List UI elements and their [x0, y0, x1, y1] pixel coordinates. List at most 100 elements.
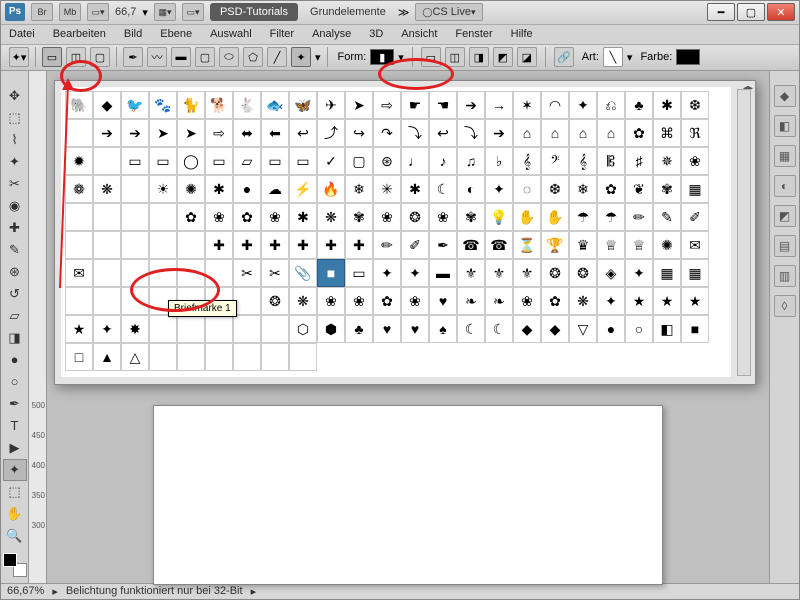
blur-tool[interactable]: ●: [3, 349, 27, 371]
shape-cell[interactable]: ▭: [261, 147, 289, 175]
shape-cell[interactable]: ➔: [485, 119, 513, 147]
workspace-tab[interactable]: PSD-Tutorials: [210, 3, 298, 21]
shape-cell[interactable]: 🐘: [65, 91, 93, 119]
shape-cell[interactable]: ✚: [289, 231, 317, 259]
polygon-icon[interactable]: ⬠: [243, 47, 263, 67]
shape-cell[interactable]: △: [121, 343, 149, 371]
panel-paths-icon[interactable]: ◊: [774, 295, 796, 317]
shape-cell[interactable]: ◌: [513, 175, 541, 203]
shape-cell[interactable]: ✋: [513, 203, 541, 231]
arrange-button[interactable]: ▦▾: [154, 3, 176, 21]
shape-cell[interactable]: ⬢: [317, 315, 345, 343]
shape-cell[interactable]: ✂: [233, 259, 261, 287]
shape-cell[interactable]: ○: [625, 315, 653, 343]
shape-cell[interactable]: ☂: [569, 203, 597, 231]
shape-cell[interactable]: ✦: [569, 91, 597, 119]
shape-picker-dropdown[interactable]: ▾: [398, 51, 404, 64]
shape-cell[interactable]: ✱: [401, 175, 429, 203]
shape-cell[interactable]: [205, 259, 233, 287]
shape-cell[interactable]: ✱: [289, 203, 317, 231]
heal-tool[interactable]: ✚: [3, 217, 27, 239]
shape-cell[interactable]: ❧: [485, 287, 513, 315]
style-picker[interactable]: ╲: [603, 47, 623, 67]
menu-ansicht[interactable]: Ansicht: [401, 28, 437, 40]
shape-cell[interactable]: 𝄡: [597, 147, 625, 175]
shape-cell[interactable]: [177, 259, 205, 287]
shape-cell[interactable]: [149, 259, 177, 287]
shape-cell[interactable]: ☎: [485, 231, 513, 259]
menu-3d[interactable]: 3D: [369, 28, 383, 40]
zoom-tool[interactable]: 🔍: [3, 525, 27, 547]
shape-cell[interactable]: ↪: [345, 119, 373, 147]
shape-cell[interactable]: ⚡: [289, 175, 317, 203]
shape-cell[interactable]: ➔: [121, 119, 149, 147]
pathop-subtract-icon[interactable]: ◨: [469, 47, 489, 67]
shape-cell[interactable]: [233, 315, 261, 343]
shape-cell[interactable]: ✦: [485, 175, 513, 203]
shape-cell[interactable]: ✱: [653, 91, 681, 119]
shape-cell[interactable]: ■: [317, 259, 345, 287]
move-tool[interactable]: ✥: [3, 85, 27, 107]
shape-cell[interactable]: ❀: [681, 147, 709, 175]
shape-cell[interactable]: [149, 231, 177, 259]
menu-filter[interactable]: Filter: [270, 28, 294, 40]
shape-cell[interactable]: [177, 231, 205, 259]
panel-adjust-icon[interactable]: ◐: [774, 175, 796, 197]
shape-cell[interactable]: ✈: [317, 91, 345, 119]
shape-cell[interactable]: ➤: [177, 119, 205, 147]
shape-cell[interactable]: ✉: [681, 231, 709, 259]
shape-cell[interactable]: ⤵: [457, 119, 485, 147]
shape-cell[interactable]: ★: [65, 315, 93, 343]
shape-cell[interactable]: ▽: [569, 315, 597, 343]
marquee-tool[interactable]: ⬚: [3, 107, 27, 129]
shape-cell[interactable]: ↩: [289, 119, 317, 147]
hand-tool[interactable]: ✋: [3, 503, 27, 525]
shape-cell[interactable]: [93, 259, 121, 287]
shape-cell[interactable]: ●: [597, 315, 625, 343]
pathop-new-icon[interactable]: ▭: [421, 47, 441, 67]
wand-tool[interactable]: ✦: [3, 151, 27, 173]
shape-cell[interactable]: ❂: [261, 287, 289, 315]
shape-cell[interactable]: ✦: [597, 287, 625, 315]
shape-cell[interactable]: [233, 287, 261, 315]
shape-cell[interactable]: ⌂: [569, 119, 597, 147]
shape-cell[interactable]: ▭: [149, 147, 177, 175]
shape-cell[interactable]: ▢: [345, 147, 373, 175]
shape-cell[interactable]: ▦: [653, 259, 681, 287]
pathop-exclude-icon[interactable]: ◪: [517, 47, 537, 67]
shape-cell[interactable]: ★: [625, 287, 653, 315]
shape-cell[interactable]: ●: [233, 175, 261, 203]
shape-cell[interactable]: [121, 231, 149, 259]
shape-cell[interactable]: ✚: [261, 231, 289, 259]
shape-cell[interactable]: 📎: [289, 259, 317, 287]
menu-bearbeiten[interactable]: Bearbeiten: [53, 28, 106, 40]
shape-cell[interactable]: ⊛: [373, 147, 401, 175]
shape-cell[interactable]: ✦: [93, 315, 121, 343]
shape-cell[interactable]: ✶: [513, 91, 541, 119]
shape-cell[interactable]: ♠: [429, 315, 457, 343]
shape-cell[interactable]: ✾: [457, 203, 485, 231]
shape-cell[interactable]: ❦: [625, 175, 653, 203]
eyedropper-tool[interactable]: ◉: [3, 195, 27, 217]
shape-cell[interactable]: ✏: [625, 203, 653, 231]
shape-cell[interactable]: ◐: [457, 175, 485, 203]
paths-button[interactable]: ◫: [66, 47, 86, 67]
color-swatch[interactable]: [676, 49, 700, 65]
shape-cell[interactable]: ✏: [373, 231, 401, 259]
rounded-rect-icon[interactable]: ▢: [195, 47, 215, 67]
crop-tool[interactable]: ✂: [3, 173, 27, 195]
shape-cell[interactable]: ⬅: [261, 119, 289, 147]
shape-cell[interactable]: [177, 315, 205, 343]
shape-cell[interactable]: ✒: [429, 231, 457, 259]
shape-cell[interactable]: [121, 287, 149, 315]
ellipse-icon[interactable]: ⬭: [219, 47, 239, 67]
shape-cell[interactable]: [149, 315, 177, 343]
shape-cell[interactable]: 🐾: [149, 91, 177, 119]
shape-cell[interactable]: ❀: [513, 287, 541, 315]
shape-picker[interactable]: ▮: [370, 49, 394, 65]
tool-preset-icon[interactable]: ✦▾: [9, 47, 29, 67]
shape-cell[interactable]: ❁: [65, 175, 93, 203]
shape-cell[interactable]: ✾: [653, 175, 681, 203]
shape-cell[interactable]: ↩: [429, 119, 457, 147]
shape-cell[interactable]: ⇨: [373, 91, 401, 119]
